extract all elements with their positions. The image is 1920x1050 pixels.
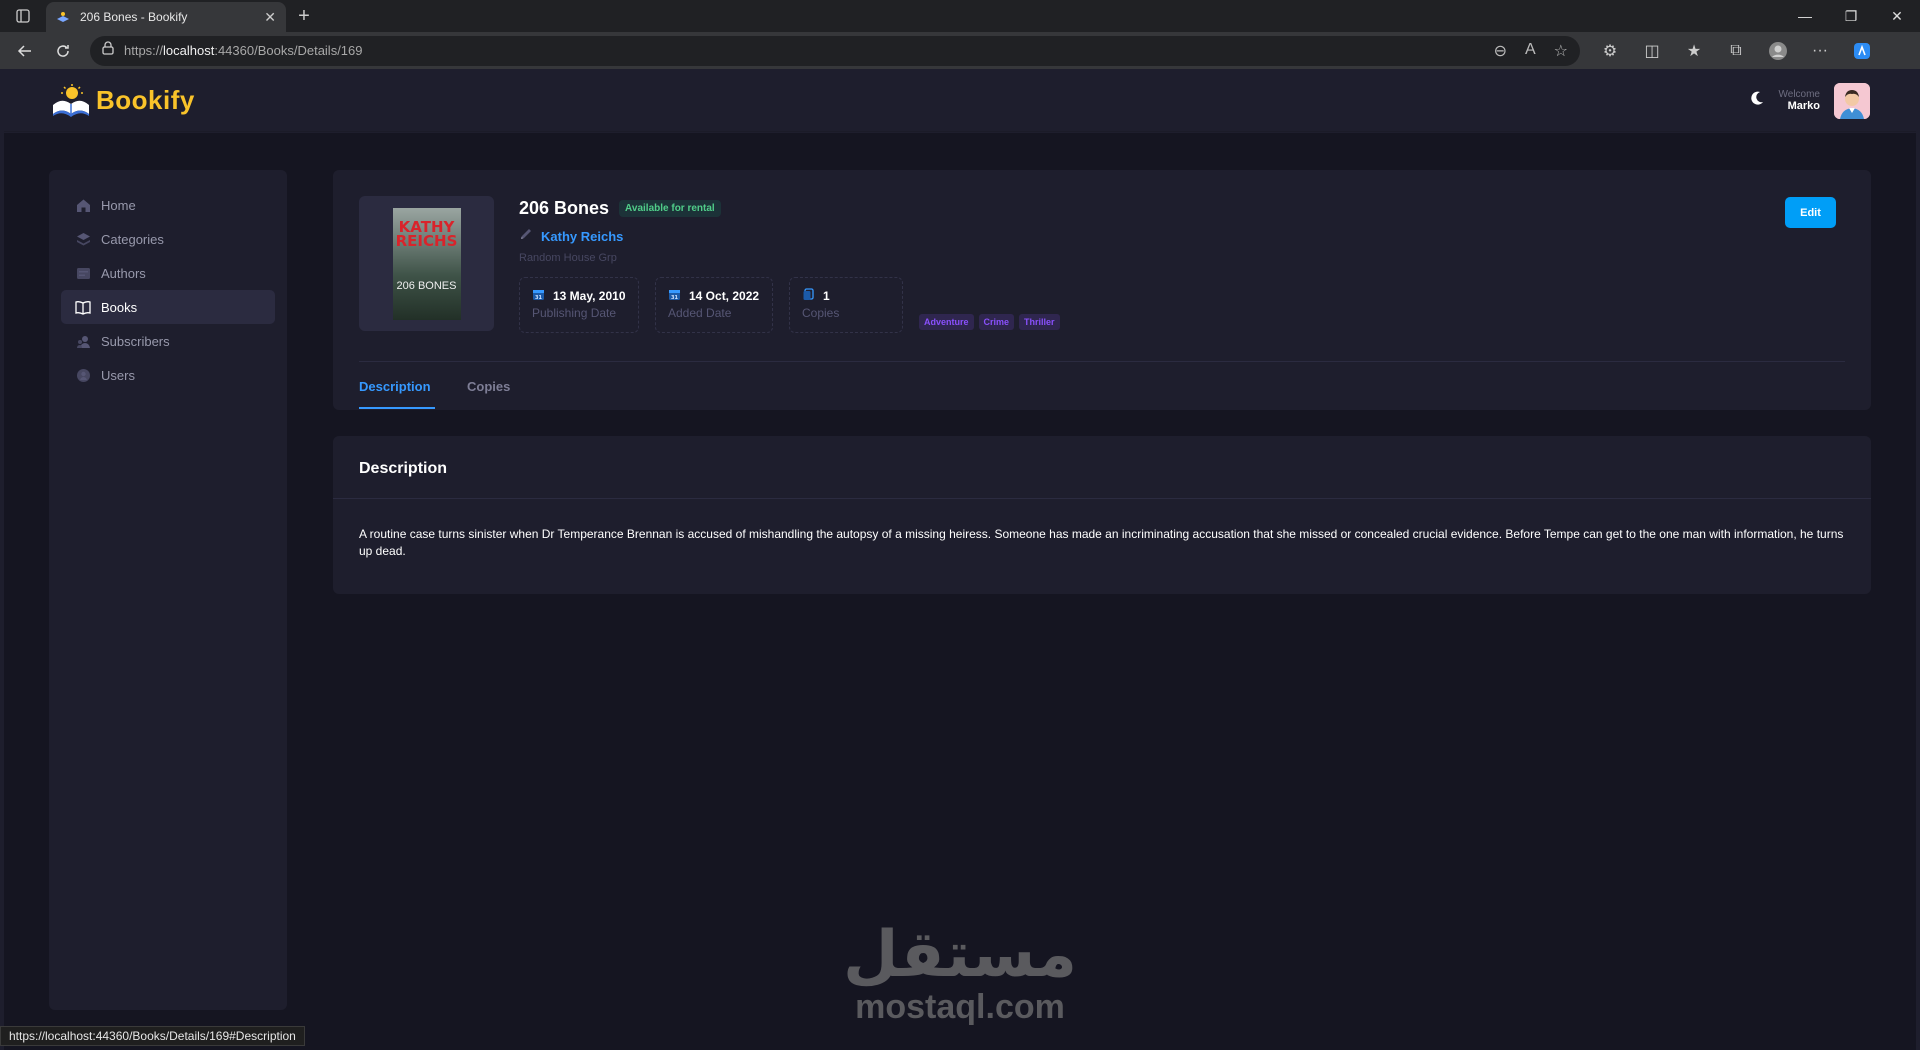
logo-book-icon bbox=[53, 83, 89, 117]
book-cover-frame: KATHY REICHS 206 BONES bbox=[359, 196, 494, 331]
added-date-value: 14 Oct, 2022 bbox=[689, 289, 760, 303]
browser-toolbar: https://localhost:44360/Books/Details/16… bbox=[0, 32, 1920, 69]
added-date-stat: 31 14 Oct, 2022 Added Date bbox=[655, 277, 773, 333]
watermark-arabic: مستقل bbox=[842, 918, 1078, 992]
sidebar-item-label: Subscribers bbox=[101, 333, 170, 349]
user-icon bbox=[75, 367, 91, 383]
description-text: A routine case turns sinister when Dr Te… bbox=[359, 527, 1844, 558]
tab-actions-icon[interactable] bbox=[0, 0, 46, 32]
added-date-label: Added Date bbox=[668, 306, 732, 320]
user-name: Marko bbox=[1787, 100, 1820, 112]
tag: Thriller bbox=[1019, 314, 1060, 330]
url-text: https://localhost:44360/Books/Details/16… bbox=[124, 43, 363, 58]
book-icon bbox=[75, 299, 91, 315]
tag: Adventure bbox=[919, 314, 974, 330]
card-divider bbox=[359, 361, 1845, 362]
sidebar-item-label: Users bbox=[101, 367, 135, 383]
zoom-out-icon[interactable]: ⊖ bbox=[1494, 41, 1507, 61]
publisher-text: Random House Grp bbox=[519, 252, 617, 264]
calendar-icon: 31 bbox=[532, 288, 545, 304]
sidebar-item-categories[interactable]: Categories bbox=[61, 222, 275, 256]
active-tab-indicator bbox=[359, 407, 435, 409]
tab-description[interactable]: Description bbox=[359, 379, 431, 394]
lock-icon[interactable] bbox=[102, 41, 114, 60]
bookify-app: Bookify Welcome Marko Home Categories Au… bbox=[4, 70, 1916, 1050]
reload-icon[interactable] bbox=[46, 36, 80, 66]
layers-icon bbox=[75, 231, 91, 247]
restore-icon[interactable]: ❐ bbox=[1828, 0, 1874, 32]
welcome-label: Welcome bbox=[1778, 89, 1821, 100]
publishing-date-label: Publishing Date bbox=[532, 306, 617, 320]
tab-copies[interactable]: Copies bbox=[467, 379, 510, 394]
description-divider bbox=[333, 498, 1871, 499]
read-aloud-icon[interactable]: A bbox=[1525, 41, 1536, 61]
window-close-icon[interactable]: ✕ bbox=[1874, 0, 1920, 32]
logo-text: Bookify bbox=[96, 85, 195, 115]
app-header: Bookify Welcome Marko bbox=[4, 70, 1916, 132]
calendar-icon: 31 bbox=[668, 288, 681, 304]
more-menu-icon[interactable]: ··· bbox=[1806, 42, 1834, 60]
status-bar-url: https://localhost:44360/Books/Details/16… bbox=[0, 1026, 305, 1046]
app-logo[interactable]: Bookify bbox=[50, 83, 195, 119]
bookify-favicon-icon bbox=[56, 10, 70, 24]
book-cover-image: KATHY REICHS 206 BONES bbox=[392, 207, 461, 320]
collections-icon[interactable]: ⧉ bbox=[1722, 42, 1750, 60]
home-icon bbox=[75, 197, 91, 213]
favorite-star-icon[interactable]: ☆ bbox=[1554, 41, 1568, 61]
cover-author-text: KATHY REICHS bbox=[395, 217, 458, 250]
sidebar-item-books[interactable]: Books bbox=[61, 290, 275, 324]
browser-tabbar: 206 Bones - Bookify ✕ + — ❐ ✕ bbox=[0, 0, 1920, 32]
sidebar-item-users[interactable]: Users bbox=[61, 358, 275, 392]
watermark-latin: mostaql.com bbox=[855, 988, 1065, 1026]
publishing-date-value: 13 May, 2010 bbox=[553, 289, 626, 303]
sidebar-item-label: Home bbox=[101, 197, 136, 213]
pen-icon bbox=[519, 227, 533, 246]
sidebar: Home Categories Authors Books Subscriber… bbox=[49, 170, 287, 1010]
tag: Crime bbox=[978, 314, 1015, 330]
copilot-icon[interactable] bbox=[1848, 41, 1876, 61]
book-tags: Adventure Crime Thriller bbox=[919, 314, 1060, 330]
tab-close-icon[interactable]: ✕ bbox=[264, 9, 276, 26]
publishing-date-stat: 31 13 May, 2010 Publishing Date bbox=[519, 277, 639, 333]
copies-stat: 1 Copies bbox=[789, 277, 903, 333]
dark-mode-moon-icon[interactable] bbox=[1749, 90, 1765, 111]
sidebar-item-label: Books bbox=[101, 299, 138, 315]
svg-text:31: 31 bbox=[535, 295, 542, 301]
description-card: Description A routine case turns siniste… bbox=[333, 436, 1871, 594]
users-icon bbox=[75, 333, 91, 349]
avatar[interactable] bbox=[1834, 82, 1870, 119]
cover-title-text: 206 BONES bbox=[396, 279, 457, 292]
sidebar-item-home[interactable]: Home bbox=[61, 188, 275, 222]
sidebar-item-authors[interactable]: Authors bbox=[61, 256, 275, 290]
split-screen-icon[interactable]: ◫ bbox=[1638, 41, 1666, 61]
minimize-icon[interactable]: — bbox=[1782, 0, 1828, 32]
card-icon bbox=[75, 265, 91, 281]
book-title: 206 Bones bbox=[519, 198, 610, 218]
welcome-block: Welcome Marko bbox=[1779, 89, 1821, 112]
copy-icon bbox=[802, 288, 815, 304]
profile-icon[interactable] bbox=[1764, 41, 1792, 61]
edit-button[interactable]: Edit bbox=[1785, 197, 1836, 228]
copies-label: Copies bbox=[802, 306, 840, 320]
sidebar-item-label: Categories bbox=[101, 231, 164, 247]
svg-text:31: 31 bbox=[671, 295, 678, 301]
copies-value: 1 bbox=[823, 289, 830, 303]
address-bar[interactable]: https://localhost:44360/Books/Details/16… bbox=[90, 35, 1580, 66]
extensions-icon[interactable]: ⚙ bbox=[1596, 41, 1624, 61]
author-link[interactable]: Kathy Reichs bbox=[541, 229, 623, 244]
back-icon[interactable] bbox=[8, 36, 42, 66]
browser-tab[interactable]: 206 Bones - Bookify ✕ bbox=[46, 2, 286, 32]
tab-title: 206 Bones - Bookify bbox=[80, 10, 188, 24]
status-badge: Available for rental bbox=[619, 200, 721, 217]
favorites-icon[interactable]: ★ bbox=[1680, 41, 1708, 61]
new-tab-icon[interactable]: + bbox=[286, 0, 322, 32]
sidebar-item-subscribers[interactable]: Subscribers bbox=[61, 324, 275, 358]
mostaql-watermark: مستقل mostaql.com bbox=[840, 920, 1080, 1024]
description-heading: Description bbox=[359, 460, 448, 477]
sidebar-item-label: Authors bbox=[101, 265, 146, 281]
book-details-card: KATHY REICHS 206 BONES 206 Bones Availab… bbox=[333, 170, 1871, 410]
